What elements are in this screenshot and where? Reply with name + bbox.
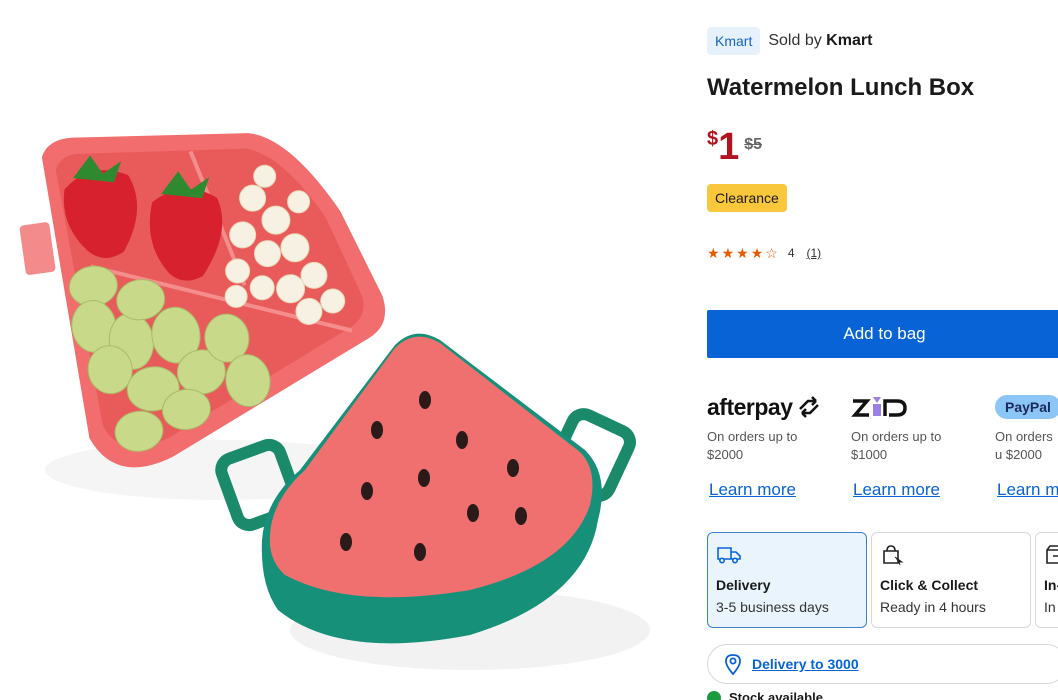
zip-logo-icon xyxy=(851,397,907,417)
product-page: Kmart Sold by Kmart Watermelon Lunch Box… xyxy=(0,0,1058,700)
price-value: 1 xyxy=(718,126,739,168)
stock-text: Stock available xyxy=(729,690,823,700)
fulfilment-delivery-card[interactable]: Delivery 3-5 business days xyxy=(707,532,867,628)
payment-option-zip: zip On orders up to $1000 Learn more xyxy=(851,392,991,500)
sold-by-text: Sold by Kmart xyxy=(768,32,872,50)
fulfilment-click-collect-card[interactable]: Click & Collect Ready in 4 hours xyxy=(871,532,1031,628)
delivery-subtitle: 3-5 business days xyxy=(716,599,829,615)
afterpay-logo: afterpay xyxy=(707,392,847,422)
payment-option-afterpay: afterpay On orders up to $2000 Learn mor… xyxy=(707,392,847,500)
star-empty-icon: ☆ xyxy=(765,245,778,261)
delivery-title: Delivery xyxy=(716,577,771,593)
check-circle-icon xyxy=(707,690,721,700)
afterpay-arrows-icon xyxy=(799,396,820,418)
afterpay-learn-more-link[interactable]: Learn more xyxy=(707,480,796,500)
afterpay-note: On orders up to $2000 xyxy=(707,429,798,462)
was-price: $5 xyxy=(744,136,763,153)
store-icon xyxy=(1044,543,1058,567)
in-store-subtitle: In xyxy=(1044,599,1056,615)
rating-value: 4 xyxy=(787,246,795,260)
sold-by-name: Kmart xyxy=(826,32,873,49)
zip-note: On orders up to $1000 xyxy=(851,429,942,462)
bag-icon xyxy=(880,543,1022,567)
watermelon-lunch-box-image xyxy=(19,133,650,670)
rating-row[interactable]: ★ ★ ★ ★ ☆ 4 (1) xyxy=(707,245,821,261)
paypal-learn-more-link[interactable]: Learn m xyxy=(995,480,1058,500)
zip-logo: zip xyxy=(851,392,991,422)
clearance-badge: Clearance xyxy=(707,184,787,212)
add-to-bag-button[interactable]: Add to bag xyxy=(707,310,1058,358)
star-full-icon: ★ xyxy=(707,245,720,261)
product-image[interactable] xyxy=(0,0,680,700)
delivery-location-link[interactable]: Delivery to 3000 xyxy=(752,656,859,672)
zip-learn-more-link[interactable]: Learn more xyxy=(851,480,940,500)
payment-option-paypal: PayPal On orders u $2000 Learn m xyxy=(995,392,1058,500)
paypal-note: On orders u $2000 xyxy=(995,429,1053,462)
stock-status: Stock available xyxy=(707,690,823,700)
paypal-logo: PayPal xyxy=(995,392,1058,422)
fulfilment-in-store-card[interactable]: In- In xyxy=(1035,532,1058,628)
price-row: $ 1 $5 xyxy=(707,128,762,166)
in-store-title: In- xyxy=(1044,577,1058,593)
sold-by-prefix: Sold by xyxy=(768,32,822,49)
review-count-link[interactable]: (1) xyxy=(807,246,822,260)
truck-icon xyxy=(716,543,858,567)
click-collect-subtitle: Ready in 4 hours xyxy=(880,599,986,615)
brand-badge[interactable]: Kmart xyxy=(707,27,761,55)
product-title: Watermelon Lunch Box xyxy=(707,74,975,101)
star-full-icon: ★ xyxy=(736,245,749,261)
product-info: Kmart Sold by Kmart Watermelon Lunch Box… xyxy=(707,0,1058,700)
star-full-icon: ★ xyxy=(721,245,735,261)
price-currency: $ xyxy=(707,128,719,150)
star-half-icon: ★ xyxy=(750,245,764,261)
seller-row: Kmart Sold by Kmart xyxy=(707,27,872,55)
click-collect-title: Click & Collect xyxy=(880,577,979,593)
location-pin-icon xyxy=(725,654,741,675)
delivery-location-bar[interactable]: Delivery to 3000 xyxy=(707,644,1058,684)
